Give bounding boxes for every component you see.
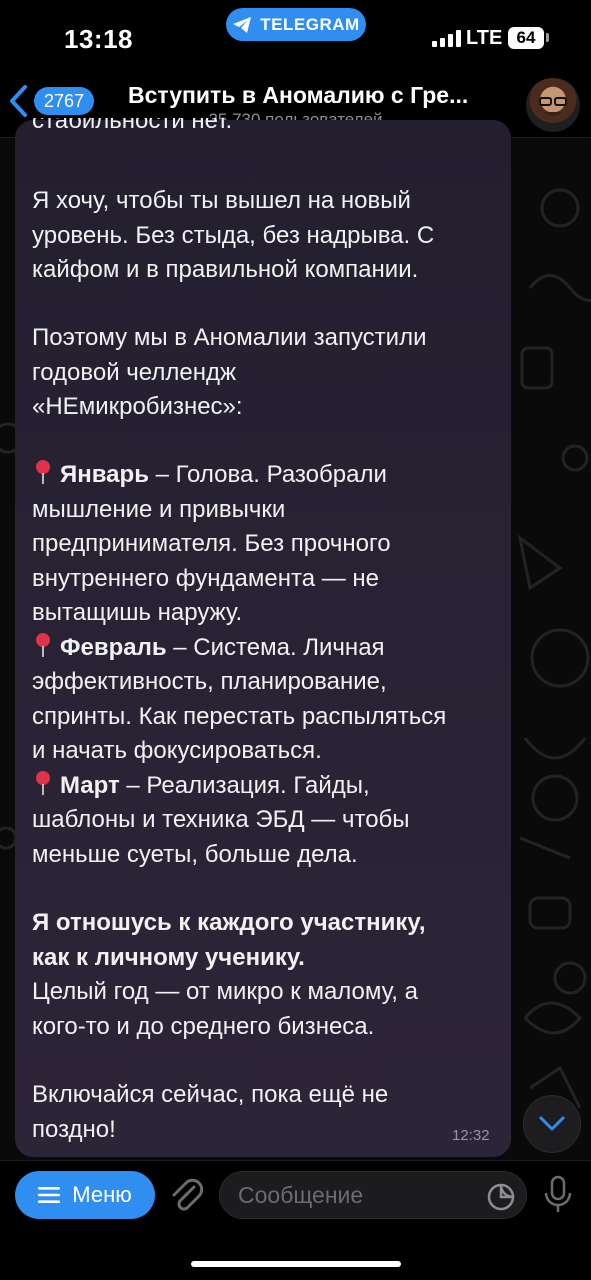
status-bar: 13:18 TELEGRAM LTE 64 bbox=[0, 0, 591, 70]
message-text-line: – Голова. Разобрали bbox=[155, 461, 387, 488]
battery-tip bbox=[546, 33, 549, 42]
month-item-march: Март – Реализация. Гайды, шаблоны и техн… bbox=[32, 769, 502, 873]
message-text-line: мышление и привычки bbox=[32, 495, 286, 523]
message-bold-line: как к личному ученику. bbox=[32, 943, 305, 971]
month-item-january: Январь – Голова. Разобрали мышление и пр… bbox=[32, 458, 502, 631]
sticker-icon[interactable] bbox=[486, 1182, 516, 1212]
message-text-line: Я хочу, чтобы ты вышел на новый bbox=[32, 187, 411, 214]
month-name: Январь bbox=[60, 461, 149, 488]
message-text-line: вытащишь наружу. bbox=[32, 599, 243, 626]
telegram-pill[interactable]: TELEGRAM bbox=[226, 8, 366, 41]
pushpin-icon bbox=[36, 632, 50, 657]
message-input-container[interactable] bbox=[219, 1171, 527, 1219]
message-text-line: Включайся сейчас, пока ещё не bbox=[32, 1081, 389, 1108]
chevron-down-icon bbox=[539, 1116, 565, 1131]
message-text-line: «НЕмикробизнес»: bbox=[32, 393, 243, 420]
microphone-icon bbox=[544, 1175, 572, 1212]
message-text-line: – Реализация. Гайды, bbox=[126, 771, 370, 799]
message-paragraph-1: Я хочу, чтобы ты вышел на новый уровень.… bbox=[32, 184, 502, 288]
message-text-line: эффективность, планирование, bbox=[32, 668, 387, 695]
message-text-line: внутреннего фундамента — не bbox=[32, 564, 379, 592]
message-text-line: кайфом и в правильной компании. bbox=[32, 256, 419, 283]
message-paragraph-2: Поэтому мы в Аномалии запустили годовой … bbox=[32, 321, 502, 425]
message-paragraph-closing: Включайся сейчас, пока ещё не поздно! bbox=[32, 1078, 502, 1147]
telegram-plane-icon bbox=[233, 16, 252, 33]
message-text-line: Поэтому мы в Аномалии запустили bbox=[32, 324, 427, 351]
status-time: 13:18 bbox=[64, 24, 133, 54]
avatar-glasses-icon bbox=[539, 97, 567, 116]
message-text-line: – Система. Личная bbox=[173, 633, 385, 661]
message-timestamp: 12:32 bbox=[452, 1127, 490, 1144]
menu-button-label: Меню bbox=[72, 1182, 132, 1207]
message-text-line: Целый год — от микро к малому, а bbox=[32, 978, 418, 1005]
month-name: Февраль bbox=[60, 633, 167, 661]
hamburger-icon bbox=[38, 1187, 61, 1203]
input-bar: Меню bbox=[0, 1160, 591, 1280]
message-text-line: спринты. Как перестать распыляться bbox=[32, 702, 447, 730]
message-text-line: меньше суеты, больше дела. bbox=[32, 840, 358, 868]
network-type: LTE bbox=[466, 27, 503, 49]
avatar[interactable] bbox=[526, 78, 580, 132]
message-text-line: предпринимателя. Без прочного bbox=[32, 530, 391, 557]
pushpin-icon bbox=[36, 770, 50, 795]
menu-button[interactable]: Меню bbox=[15, 1171, 155, 1219]
paperclip-icon bbox=[172, 1178, 204, 1211]
message-text-line: шаблоны и техника ЭБД — чтобы bbox=[32, 806, 410, 833]
message-text-line: поздно! bbox=[32, 1115, 116, 1143]
message-cut-line: стабильности нет. bbox=[32, 118, 502, 144]
message-text-line: стабильности нет. bbox=[32, 118, 233, 134]
month-list: Январь – Голова. Разобрали мышление и пр… bbox=[32, 458, 502, 872]
month-name: Март bbox=[60, 771, 120, 799]
scroll-down-button[interactable] bbox=[523, 1095, 581, 1153]
microphone-button[interactable] bbox=[543, 1175, 573, 1220]
message-paragraph-bold: Я отношусь к каждого участнику, как к ли… bbox=[32, 906, 502, 1044]
pushpin-icon bbox=[36, 460, 50, 484]
signal-icon bbox=[432, 30, 461, 47]
month-item-february: Февраль – Система. Личная эффективность,… bbox=[32, 631, 502, 769]
message-text-line: кого-то и до среднего бизнеса. bbox=[32, 1012, 375, 1040]
message-bold-line: Я отношусь к каждого участнику, bbox=[32, 909, 426, 936]
telegram-pill-label: TELEGRAM bbox=[260, 14, 360, 34]
message-text-line: уровень. Без стыда, без надрыва. С bbox=[32, 221, 435, 249]
chat-title[interactable]: Вступить в Аномалию с Гре... bbox=[128, 82, 508, 109]
battery-icon: 64 bbox=[508, 27, 544, 49]
message-text-line: и начать фокусироваться. bbox=[32, 737, 322, 764]
attach-button[interactable] bbox=[168, 1175, 204, 1220]
message-text-line: годовой челлендж bbox=[32, 358, 237, 386]
home-indicator bbox=[191, 1261, 401, 1267]
message-input[interactable] bbox=[238, 1172, 478, 1218]
